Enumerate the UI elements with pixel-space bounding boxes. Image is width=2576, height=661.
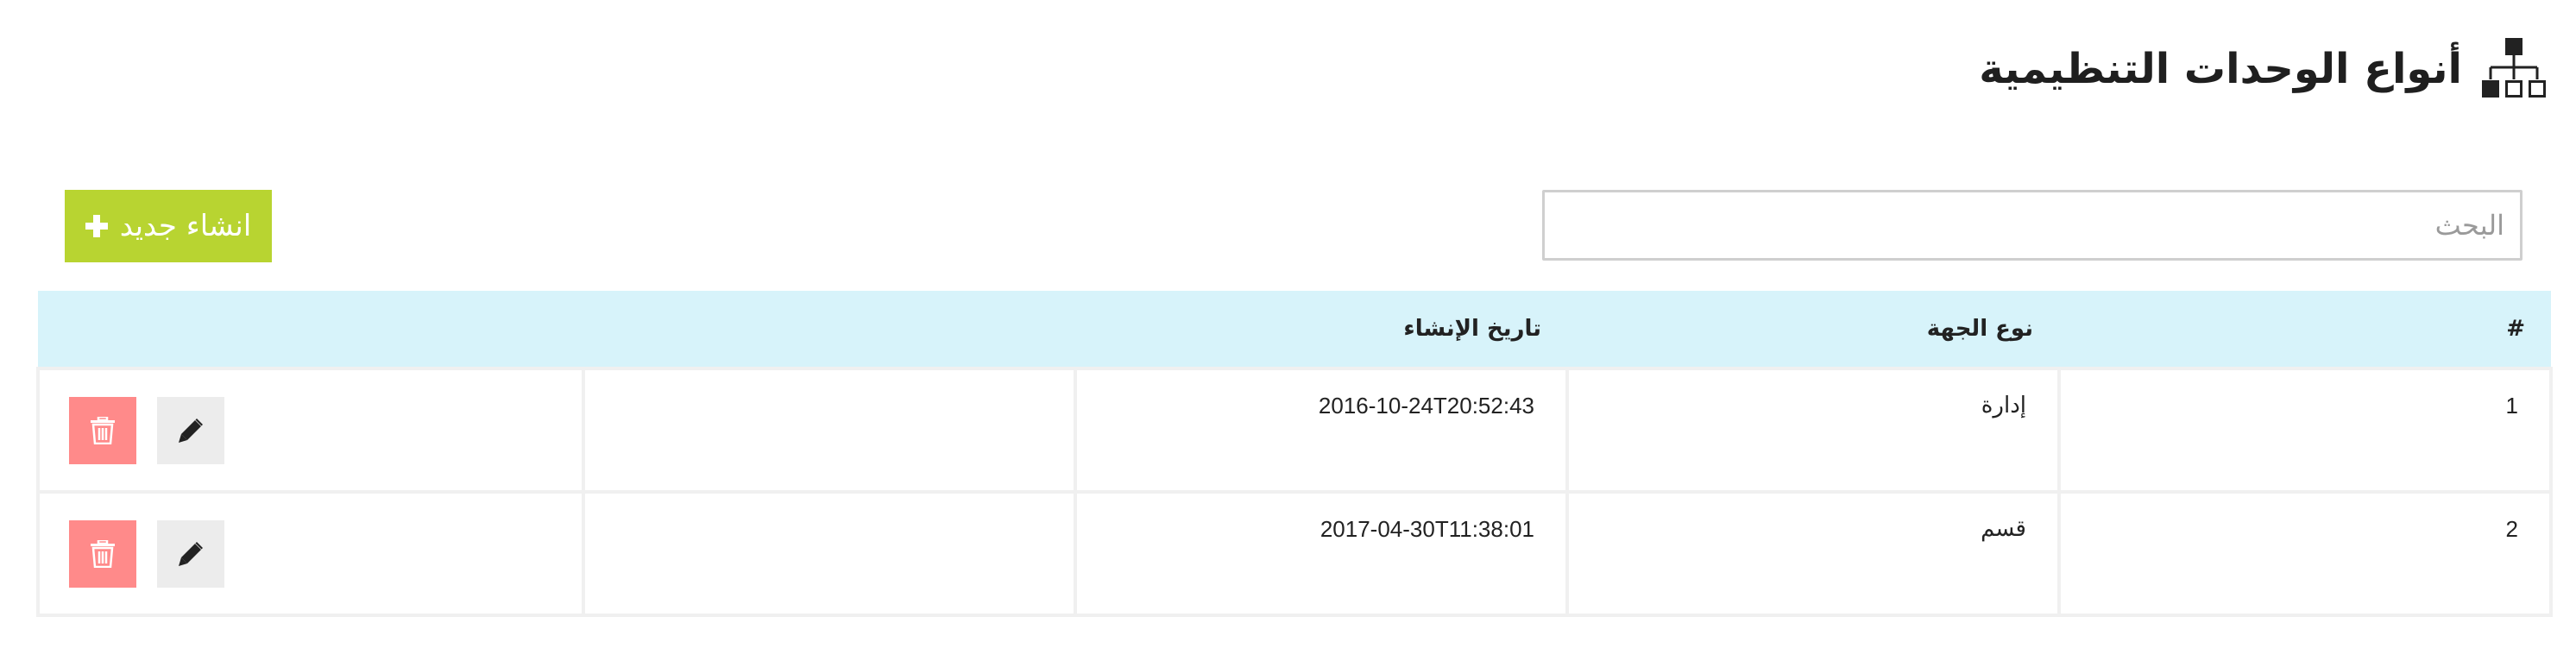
- trash-icon: [91, 539, 115, 568]
- table-row: 2 قسم 2017-04-30T11:38:01: [36, 490, 2553, 617]
- cell-actions: [36, 490, 585, 617]
- cell-created: 2016-10-24T20:52:43: [1074, 367, 1569, 494]
- pencil-icon: [179, 418, 203, 443]
- column-header-created: تاريخ الإنشاء: [1075, 291, 1567, 368]
- trash-icon: [91, 416, 115, 444]
- edit-button[interactable]: [157, 519, 224, 588]
- create-new-button[interactable]: انشاء جديد: [65, 190, 272, 262]
- pencil-icon: [179, 541, 203, 566]
- delete-button[interactable]: [69, 396, 136, 464]
- column-header-empty: [583, 291, 1075, 368]
- sitemap-icon: [2482, 38, 2546, 98]
- cell-created: 2017-04-30T11:38:01: [1074, 490, 1569, 617]
- table-header-row: # نوع الجهة تاريخ الإنشاء: [38, 291, 2551, 368]
- page-header: أنواع الوحدات التنظيمية: [1979, 35, 2547, 104]
- data-table: # نوع الجهة تاريخ الإنشاء 1 إدارة 2016-1…: [36, 291, 2553, 617]
- cell-empty: [582, 490, 1077, 617]
- column-header-type: نوع الجهة: [1567, 291, 2059, 368]
- table-row: 1 إدارة 2016-10-24T20:52:43: [36, 367, 2553, 494]
- delete-button[interactable]: [69, 519, 136, 588]
- column-header-actions: [38, 291, 583, 368]
- page-title: أنواع الوحدات التنظيمية: [1979, 45, 2462, 93]
- column-header-index: #: [2059, 291, 2551, 368]
- row-actions: [40, 396, 582, 464]
- cell-type: قسم: [1565, 490, 2061, 617]
- cell-index: 2: [2057, 490, 2553, 617]
- cell-type: إدارة: [1565, 367, 2061, 494]
- edit-button[interactable]: [157, 396, 224, 464]
- plus-icon: [85, 215, 108, 237]
- row-actions: [40, 519, 582, 588]
- cell-index: 1: [2057, 367, 2553, 494]
- cell-empty: [582, 367, 1077, 494]
- page: أنواع الوحدات التنظيمية انشاء جديد # نوع…: [0, 0, 2576, 661]
- create-new-label: انشاء جديد: [119, 209, 252, 243]
- cell-actions: [36, 367, 585, 494]
- search-input[interactable]: [1542, 190, 2522, 261]
